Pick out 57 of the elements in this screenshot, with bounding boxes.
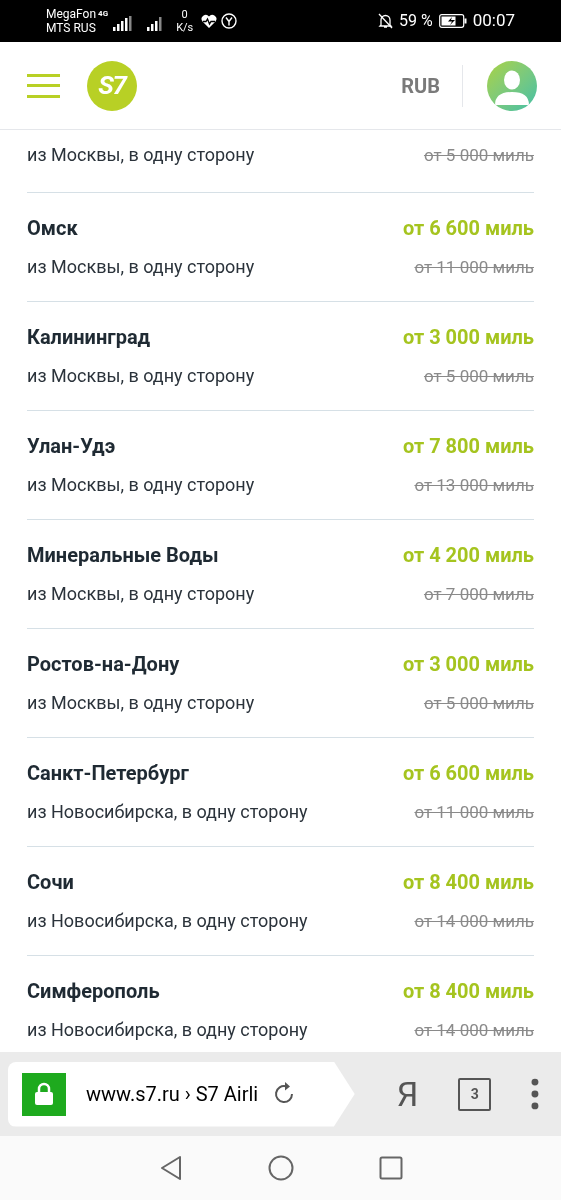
route-description: из Москвы, в одну сторону <box>27 691 255 716</box>
destination-name: Минеральные Воды <box>27 542 219 570</box>
price: от 3 000 миль <box>402 651 534 679</box>
muted-bell-icon <box>378 13 393 29</box>
destination-name: Улан-Удэ <box>27 433 116 461</box>
home-icon[interactable] <box>267 1155 294 1181</box>
lock-icon <box>22 1072 66 1116</box>
destination-name: Омск <box>27 215 78 243</box>
price: от 8 400 миль <box>402 978 534 1006</box>
destination-name: Симферополь <box>27 978 160 1006</box>
recents-icon[interactable] <box>378 1156 403 1180</box>
url-text: www.s7.ru › S7 Airli <box>86 1081 259 1108</box>
old-price: от 5 000 миль <box>423 143 534 167</box>
speed-value: 0 <box>181 8 188 21</box>
currency-button[interactable]: RUB <box>401 70 462 101</box>
old-price: от 14 000 миль <box>414 910 534 934</box>
price: от 6 600 миль <box>402 215 534 243</box>
destination-name: Сочи <box>27 869 74 897</box>
old-price: от 5 000 миль <box>423 692 534 716</box>
route-description: из Москвы, в одну сторону <box>27 142 255 167</box>
destination-name: Санкт-Петербург <box>27 760 189 788</box>
destination-name: Ростов-на-Дону <box>27 651 180 679</box>
route-description: из Москвы, в одну сторону <box>27 473 255 498</box>
heart-rate-icon <box>201 13 218 29</box>
battery-level: 59 % <box>399 10 433 32</box>
route-description: из Москвы, в одну сторону <box>27 582 255 607</box>
route-description: из Новосибирска, в одну сторону <box>27 800 308 825</box>
price: от 8 400 миль <box>402 869 534 897</box>
price: от 3 000 миль <box>402 324 534 352</box>
route-description: из Москвы, в одну сторону <box>27 364 255 389</box>
yandex-icon <box>221 13 238 29</box>
yandex-button[interactable]: Я <box>396 1068 419 1120</box>
old-price: от 11 000 миль <box>414 801 534 825</box>
signal-icon <box>112 16 133 32</box>
carrier-name: MegaFon <box>46 7 97 21</box>
back-icon[interactable] <box>158 1155 183 1181</box>
price: от 4 200 миль <box>402 542 534 570</box>
carrier-name: MTS RUS <box>46 21 97 35</box>
route-description: из Москвы, в одну сторону <box>27 255 255 280</box>
route-description: из Новосибирска, в одну сторону <box>27 909 308 934</box>
old-price: от 5 000 миль <box>423 365 534 389</box>
destination-name: Калининград <box>27 324 151 352</box>
old-price: от 13 000 миль <box>414 474 534 498</box>
speed-unit: K/s <box>176 21 194 34</box>
network-type: 4G <box>98 8 109 20</box>
clock: 00:07 <box>472 9 515 33</box>
battery-charging-icon <box>438 14 467 28</box>
route-description: из Новосибирска, в одну сторону <box>27 1018 308 1043</box>
old-price: от 11 000 миль <box>414 256 534 280</box>
old-price: от 14 000 миль <box>414 1019 534 1043</box>
price: от 6 600 миль <box>402 760 534 788</box>
more-icon[interactable] <box>531 1078 539 1110</box>
tabs-button[interactable]: 3 <box>458 1077 492 1111</box>
address-bar[interactable]: www.s7.ru › S7 Airli <box>8 1061 355 1127</box>
signal-icon <box>146 16 165 32</box>
old-price: от 7 000 миль <box>423 583 534 607</box>
price: от 7 800 миль <box>402 433 534 461</box>
